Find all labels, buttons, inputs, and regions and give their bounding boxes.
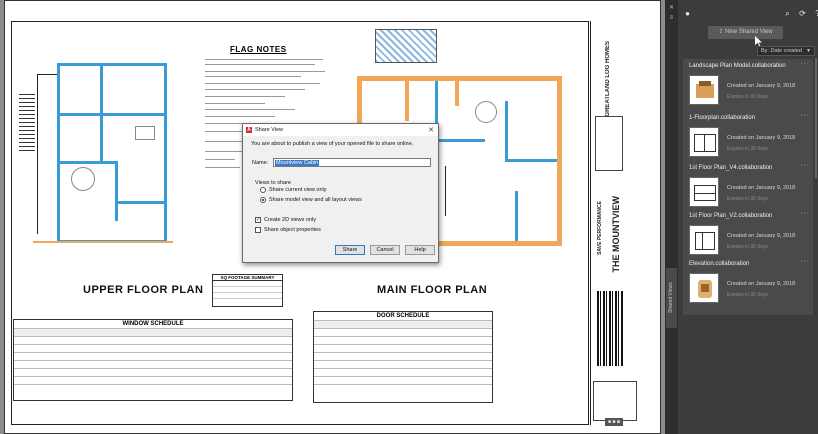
check-create-2d-views[interactable]: ✓ Create 2D views only [255, 217, 316, 223]
card-thumbnail [689, 127, 719, 157]
card-expiry: Expires in 30 days [727, 146, 768, 152]
share-button[interactable]: Share [335, 245, 365, 255]
flag-notes-title: FLAG NOTES [230, 45, 287, 54]
option-model-label: Share model view and all layout views [269, 197, 362, 203]
option-current-label: Share current view only [269, 187, 327, 193]
checkbox-object-properties[interactable] [255, 227, 261, 233]
card-thumbnail [689, 225, 719, 255]
radio-model-view[interactable] [260, 197, 266, 203]
chevron-down-icon: ▼ [806, 48, 811, 54]
cancel-button[interactable]: Cancel [370, 245, 400, 255]
help-button[interactable]: Help [405, 245, 435, 255]
shared-views-side-tab[interactable]: Shared Views [666, 268, 677, 328]
more-options-icon[interactable]: ··· [801, 210, 810, 217]
card-expiry: Expires in 30 days [727, 244, 768, 250]
upper-plan-title: UPPER FLOOR PLAN [83, 284, 204, 296]
shared-views-panel: ● ⌕ ⟳ ? ⇪ New Shared View By: Date creat… [678, 0, 818, 434]
shared-view-card[interactable]: Elevation.collaboration ··· Created on J… [683, 257, 813, 315]
new-shared-view-label: New Shared View [725, 29, 773, 35]
search-icon[interactable]: ⌕ [783, 9, 792, 19]
window-schedule: WINDOW SCHEDULE [13, 319, 293, 401]
dialog-description: You are about to publish a view of your … [251, 141, 414, 147]
window-schedule-title: WINDOW SCHEDULE [122, 321, 184, 327]
titleblock-status: SAVE PERFORMANCE [597, 201, 603, 255]
dialog-title: Share View [255, 127, 284, 133]
dialog-titlebar[interactable]: A Share View ✕ [243, 124, 438, 136]
card-created-date: Created on January 9, 2018 [727, 281, 796, 287]
card-thumbnail [689, 177, 719, 207]
checkbox-2d-views[interactable]: ✓ [255, 217, 261, 223]
card-thumbnail [689, 273, 719, 303]
card-title: 1st Floor Plan_V4.collaboration [689, 165, 773, 171]
card-title: Landscape Plan Model.collaboration [689, 63, 786, 69]
door-schedule: DOOR SCHEDULE [313, 311, 493, 403]
panel-scrollbar[interactable] [815, 58, 817, 178]
check-props-label: Share object properties [264, 227, 321, 233]
card-created-date: Created on January 9, 2018 [727, 233, 796, 239]
panel-side-strip: ✕ ≡ Shared Views [665, 0, 678, 434]
canvas-status-indicator: ■ ■ ■ [605, 418, 623, 426]
shared-view-card[interactable]: Landscape Plan Model.collaboration ··· C… [683, 59, 813, 117]
more-options-icon[interactable]: ··· [801, 112, 810, 119]
sort-dropdown[interactable]: By: Date created ▼ [757, 46, 815, 56]
card-title: 1st Floor Plan_V2.collaboration [689, 213, 773, 219]
upper-plan-outline [57, 63, 167, 243]
refresh-icon[interactable]: ⟳ [798, 9, 807, 19]
sq-footage-summary: SQ FOOTAGE SUMMARY [212, 274, 283, 307]
autocad-app-icon: A [246, 127, 252, 133]
titleblock-company: GREATLAND LOG HOMES [605, 41, 611, 117]
panel-settings-icon[interactable]: ≡ [667, 14, 676, 23]
card-expiry: Expires in 30 days [727, 292, 768, 298]
help-icon[interactable]: ? [813, 9, 818, 19]
share-view-dialog: A Share View ✕ You are about to publish … [242, 123, 439, 263]
barcode [597, 291, 623, 366]
card-title: Elevation.collaboration [689, 261, 750, 267]
more-options-icon[interactable]: ··· [801, 60, 810, 67]
card-thumbnail [689, 75, 719, 105]
option-share-current-view[interactable]: Share current view only [260, 187, 326, 193]
door-schedule-title: DOOR SCHEDULE [376, 313, 430, 319]
card-created-date: Created on January 9, 2018 [727, 135, 796, 141]
name-input[interactable]: Mountview Cabin [273, 158, 431, 167]
drawing-canvas[interactable]: UPPER FLOOR PLAN FLAG NOTES MAIN FLOOR P… [0, 0, 665, 434]
more-options-icon[interactable]: ··· [801, 162, 810, 169]
name-label: Name: [252, 160, 269, 166]
more-options-icon[interactable]: ··· [801, 258, 810, 265]
sort-label: By: Date created [761, 48, 802, 54]
card-expiry: Expires in 30 days [727, 196, 768, 202]
panel-right-icons: ⌕ ⟳ ? [783, 9, 818, 19]
name-input-value: Mountview Cabin [275, 160, 320, 166]
card-expiry: Expires in 30 days [727, 94, 768, 100]
titleblock-project: THE MOUNTVIEW [611, 196, 621, 273]
card-created-date: Created on January 9, 2018 [727, 83, 796, 89]
check-2d-label: Create 2D views only [264, 217, 316, 223]
new-shared-view-button[interactable]: ⇪ New Shared View [708, 26, 783, 39]
main-plan-title: MAIN FLOOR PLAN [377, 284, 488, 296]
panel-left-icons: ● [683, 9, 692, 18]
check-share-object-properties[interactable]: Share object properties [255, 227, 321, 233]
radio-current-view[interactable] [260, 187, 266, 193]
views-to-share-label: Views to share [255, 180, 291, 186]
card-created-date: Created on January 9, 2018 [727, 185, 796, 191]
company-logo [595, 116, 623, 171]
shared-views-icon: ● [685, 9, 690, 18]
title-block: GREATLAND LOG HOMES THE MOUNTVIEW SAVE P… [590, 21, 640, 425]
option-share-model-view[interactable]: Share model view and all layout views [260, 197, 362, 203]
upload-icon: ⇪ [718, 29, 724, 35]
panel-close-icon[interactable]: ✕ [667, 4, 676, 13]
card-title: 1-Floorplan.collaboration [689, 115, 756, 121]
close-icon[interactable]: ✕ [428, 126, 434, 134]
